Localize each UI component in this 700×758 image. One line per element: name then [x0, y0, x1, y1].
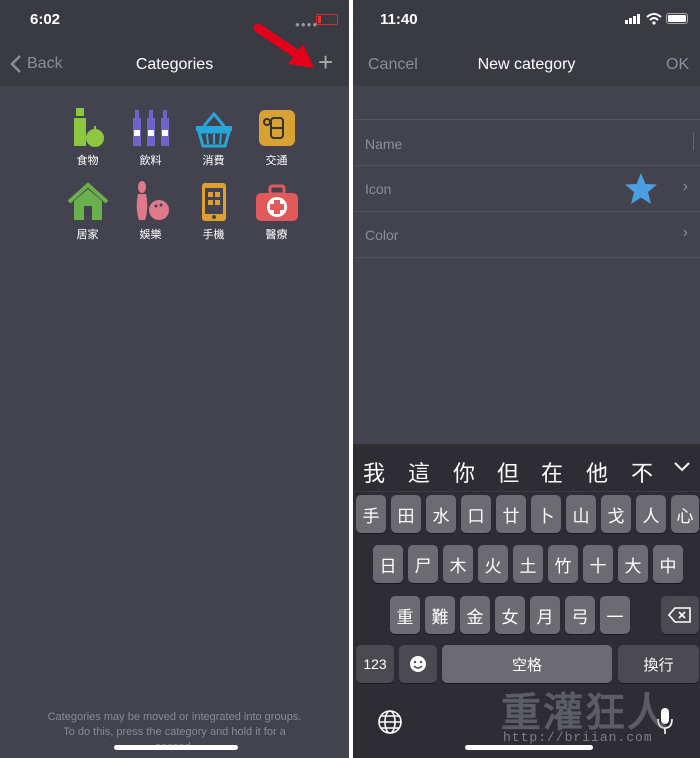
watermark-text: 重灌狂人 — [501, 689, 669, 736]
key[interactable]: 木 — [443, 545, 473, 583]
status-time: 11:40 — [380, 11, 418, 28]
status-bar: 11:40 — [353, 0, 700, 40]
category-label: 醫療 — [265, 229, 288, 241]
category-medical[interactable]: 醫療 — [245, 180, 308, 242]
candidate-word[interactable]: 我 — [363, 456, 385, 488]
category-label: 消費 — [202, 155, 225, 167]
food-icon — [66, 106, 110, 148]
home-indicator — [465, 745, 593, 750]
key[interactable]: 金 — [460, 596, 490, 634]
phone-icon — [192, 180, 236, 222]
space-key[interactable]: 空格 — [442, 645, 612, 683]
key[interactable]: 水 — [426, 495, 456, 533]
key[interactable]: 弓 — [565, 596, 595, 634]
watermark-url: http://briian.com — [503, 730, 653, 745]
key[interactable]: 女 — [495, 596, 525, 634]
key[interactable]: 人 — [636, 495, 666, 533]
chevron-down-icon[interactable] — [673, 461, 691, 473]
category-label: 娛樂 — [139, 229, 162, 241]
key[interactable]: 竹 — [548, 545, 578, 583]
text-cursor — [693, 132, 694, 150]
ok-button[interactable]: OK — [666, 56, 689, 74]
key[interactable]: 重 — [390, 596, 420, 634]
candidate-bar: 我 這 你 但 在 他 不 — [353, 444, 700, 492]
color-label: Color — [365, 227, 399, 243]
key[interactable]: 卜 — [531, 495, 561, 533]
bowling-icon — [129, 180, 173, 222]
category-drinks[interactable]: 飲料 — [119, 106, 182, 168]
key[interactable]: 日 — [373, 545, 403, 583]
candidate-word[interactable]: 在 — [541, 456, 563, 488]
navigation-bar: Cancel New category OK — [353, 40, 700, 86]
footer-line: Categories may be moved or integrated in… — [47, 711, 302, 723]
name-label: Name — [365, 136, 403, 152]
cellular-signal-icon — [625, 14, 640, 24]
candidate-word[interactable]: 你 — [453, 456, 475, 488]
categories-screen: 6:02 ●●●● Back Categories + 食物 飲料 消費 交通 … — [0, 0, 349, 758]
category-shopping[interactable]: 消費 — [182, 106, 245, 168]
numbers-key[interactable]: 123 — [356, 645, 394, 683]
backspace-key[interactable] — [661, 596, 699, 634]
key[interactable]: 火 — [478, 545, 508, 583]
globe-icon[interactable] — [377, 709, 403, 735]
emoji-icon — [410, 656, 426, 672]
battery-icon — [316, 14, 338, 25]
battery-icon — [666, 13, 688, 24]
key[interactable]: 心 — [671, 495, 699, 533]
key[interactable]: 山 — [566, 495, 596, 533]
category-home[interactable]: 居家 — [56, 180, 119, 242]
icon-row[interactable]: Icon › — [353, 166, 700, 212]
key[interactable]: 戈 — [601, 495, 631, 533]
candidate-word[interactable]: 但 — [497, 456, 519, 488]
key[interactable]: 大 — [618, 545, 648, 583]
category-label: 飲料 — [139, 155, 162, 167]
categories-grid: 食物 飲料 消費 交通 居家 娛樂 手機 醫療 — [56, 106, 308, 242]
keyboard: 我 這 你 但 在 他 不 手 田 水 口 廿 卜 山 戈 人 心 日 尸 木 … — [353, 444, 700, 758]
key[interactable]: 月 — [530, 596, 560, 634]
chevron-right-icon: › — [682, 224, 688, 241]
home-indicator — [114, 745, 238, 750]
status-time: 6:02 — [30, 11, 61, 28]
add-category-button[interactable]: + — [318, 47, 333, 78]
key[interactable]: 一 — [600, 596, 630, 634]
category-label: 食物 — [76, 155, 99, 167]
key[interactable]: 十 — [583, 545, 613, 583]
footer-line: To do this, press the category and hold … — [63, 726, 286, 738]
candidate-word[interactable]: 他 — [586, 456, 608, 488]
category-label: 居家 — [76, 229, 99, 241]
emoji-key[interactable] — [399, 645, 437, 683]
medical-kit-icon — [255, 180, 299, 222]
key[interactable]: 手 — [356, 495, 386, 533]
red-arrow-annotation — [253, 23, 314, 68]
category-food[interactable]: 食物 — [56, 106, 119, 168]
new-category-screen: 11:40 Cancel New category OK Name Icon ›… — [353, 0, 700, 758]
chevron-right-icon: › — [682, 178, 688, 195]
shopping-basket-icon — [192, 106, 236, 148]
key[interactable]: 尸 — [408, 545, 438, 583]
house-icon — [66, 180, 110, 222]
category-transport[interactable]: 交通 — [245, 106, 308, 168]
category-entertainment[interactable]: 娛樂 — [119, 180, 182, 242]
drinks-icon — [129, 106, 173, 148]
category-phone[interactable]: 手機 — [182, 180, 245, 242]
key[interactable]: 難 — [425, 596, 455, 634]
category-label: 交通 — [265, 155, 288, 167]
key[interactable]: 廿 — [496, 495, 526, 533]
candidate-word[interactable]: 不 — [631, 456, 653, 488]
color-row[interactable]: Color › — [353, 212, 700, 258]
category-label: 手機 — [202, 229, 225, 241]
candidate-word[interactable]: 這 — [408, 456, 430, 488]
name-field[interactable]: Name — [353, 120, 700, 166]
return-key[interactable]: 換行 — [618, 645, 699, 683]
icon-label: Icon — [365, 181, 392, 197]
page-title: New category — [477, 56, 576, 73]
wifi-icon — [646, 13, 662, 25]
transport-icon — [255, 106, 299, 148]
key[interactable]: 土 — [513, 545, 543, 583]
star-icon — [625, 173, 657, 204]
backspace-icon — [668, 607, 691, 623]
key[interactable]: 中 — [653, 545, 683, 583]
key[interactable]: 田 — [391, 495, 421, 533]
key[interactable]: 口 — [461, 495, 491, 533]
